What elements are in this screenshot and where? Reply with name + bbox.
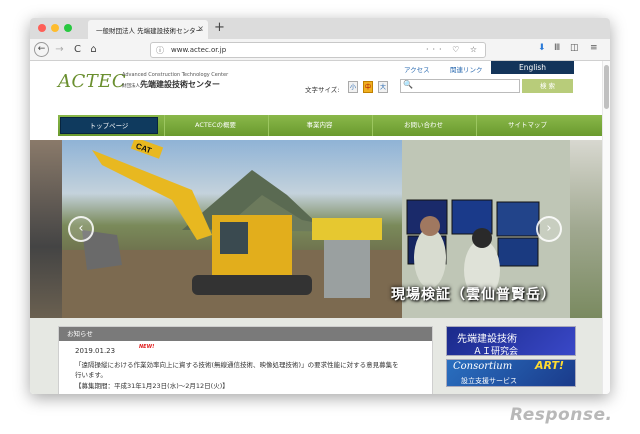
logo-prefix: 財団法人	[122, 84, 140, 89]
library-icon[interactable]: Ⅲ	[554, 43, 560, 53]
menu-icon[interactable]: ≡	[590, 43, 598, 53]
reload-button[interactable]: C	[70, 42, 85, 57]
url-text[interactable]: www.actec.or.jp	[171, 46, 226, 54]
notice-text-line-1[interactable]: 「遠隔操縦における作業効率向上に資する技術(無線通信技術、映像処理技術)」の要求…	[75, 359, 399, 369]
font-size-small-button[interactable]: 小	[348, 81, 358, 93]
hero-caption: 現場検証（雲仙普賢岳）	[391, 287, 556, 303]
ai-banner-subtitle: ＡＩ研究会	[473, 347, 519, 357]
english-button[interactable]: English	[491, 61, 574, 74]
nav-top-page[interactable]: トップページ	[60, 117, 158, 134]
close-window-dot[interactable]	[38, 24, 46, 32]
robot-frame-shape	[324, 240, 370, 298]
scrollbar-thumb[interactable]	[604, 65, 609, 109]
search-button[interactable]: 検 索	[522, 79, 573, 93]
excavator-arm-shape	[92, 150, 212, 240]
nav-sitemap[interactable]: サイトマップ	[476, 115, 578, 136]
tab-bar: 一般財団法人 先端建設技術センター × +	[30, 18, 610, 39]
ai-banner-title: 先端建設技術	[457, 334, 517, 345]
search-icon: 🔍	[403, 80, 413, 89]
tab-active[interactable]: 一般財団法人 先端建設技術センター ×	[88, 20, 208, 39]
response-watermark: Response.	[510, 405, 613, 425]
search-input[interactable]: 🔍	[400, 79, 520, 93]
consortium-banner-art: ART!	[535, 359, 565, 372]
notice-text-line-3: 【募集期間：平成31年1月23日(水)～2月12日(火)】	[75, 382, 229, 390]
site-header: ACTEC Advanced Construction Technology C…	[30, 61, 602, 99]
consortium-banner-subtitle: 設立支援サービス	[461, 377, 517, 385]
logo-name: 先端建設技術センター	[140, 80, 220, 89]
back-button[interactable]: ←	[34, 42, 49, 57]
logo-japanese: 財団法人先端建設技術センター	[122, 79, 220, 90]
address-bar[interactable]: ⓘ www.actec.or.jp ··· ♡ ☆	[150, 42, 486, 58]
global-nav: トップページ ACTECの概要 事業内容 お問い合わせ サイトマップ	[58, 115, 602, 136]
excavator-window-shape	[220, 222, 248, 254]
nav-business[interactable]: 事業内容	[268, 115, 370, 136]
notice-panel: お知らせ 2019.01.23 NEW! 「遠隔操縦における作業効率向上に資する…	[58, 326, 433, 394]
navigation-bar: ← → C ⌂ ⓘ www.actec.or.jp ··· ♡ ☆ ⬇ Ⅲ ◫ …	[30, 39, 610, 61]
related-links-link[interactable]: 関連リンク	[450, 64, 483, 74]
robot-body-shape	[312, 218, 382, 240]
monitor-5	[497, 237, 539, 267]
forward-button[interactable]: →	[52, 42, 67, 57]
logo-english: Advanced Construction Technology Center	[122, 72, 229, 78]
new-badge: NEW!	[139, 344, 155, 350]
hero-next-button[interactable]: ›	[536, 216, 562, 242]
operator-1-shape	[414, 228, 446, 288]
info-icon[interactable]: ⓘ	[156, 45, 164, 56]
monitor-3	[496, 201, 540, 237]
page-scrollbar[interactable]	[602, 61, 610, 394]
minimize-window-dot[interactable]	[51, 24, 59, 32]
notice-heading: お知らせ	[59, 327, 432, 341]
nav-contact[interactable]: お問い合わせ	[372, 115, 474, 136]
hero-next-slide-preview	[570, 140, 602, 318]
font-size-label: 文字サイズ:	[305, 86, 340, 94]
site-logo[interactable]: ACTEC	[58, 71, 126, 92]
hero-prev-slide-preview	[30, 140, 62, 318]
nav-about[interactable]: ACTECの概要	[164, 115, 266, 136]
tab-title: 一般財団法人 先端建設技術センター	[96, 27, 203, 35]
browser-window: 一般財団法人 先端建設技術センター × + ← → C ⌂ ⓘ www.acte…	[30, 18, 610, 394]
home-button[interactable]: ⌂	[86, 42, 101, 57]
download-icon[interactable]: ⬇	[538, 43, 546, 53]
sidebar-icon[interactable]: ◫	[570, 43, 579, 53]
consortium-banner[interactable]: Consortium ART! 設立支援サービス	[446, 359, 576, 387]
hero-image: CAT 現場検証（雲仙普賢岳） ‹ ›	[62, 140, 570, 318]
access-link[interactable]: アクセス	[404, 64, 430, 74]
hero-prev-button[interactable]: ‹	[68, 216, 94, 242]
excavator-tracks-shape	[192, 275, 312, 295]
content-area: お知らせ 2019.01.23 NEW! 「遠隔操縦における作業効率向上に資する…	[30, 318, 602, 394]
web-page: ACTEC Advanced Construction Technology C…	[30, 61, 602, 394]
close-tab-icon[interactable]: ×	[197, 24, 204, 33]
zoom-window-dot[interactable]	[64, 24, 72, 32]
operator-1-head	[420, 216, 440, 236]
notice-text-line-2: 行います。	[75, 371, 107, 379]
font-size-medium-button[interactable]: 中	[363, 81, 373, 93]
consortium-banner-title: Consortium	[453, 361, 513, 372]
notice-date: 2019.01.23	[75, 347, 116, 355]
operator-2-head	[472, 228, 492, 248]
hero-slider: CAT 現場検証（雲仙普賢岳） ‹ ›	[30, 140, 602, 318]
ai-research-banner[interactable]: 先端建設技術 ＡＩ研究会	[446, 326, 576, 357]
page-actions-icons[interactable]: ··· ♡ ☆	[426, 45, 481, 54]
font-size-large-button[interactable]: 大	[378, 81, 388, 93]
new-tab-button[interactable]: +	[214, 20, 225, 36]
